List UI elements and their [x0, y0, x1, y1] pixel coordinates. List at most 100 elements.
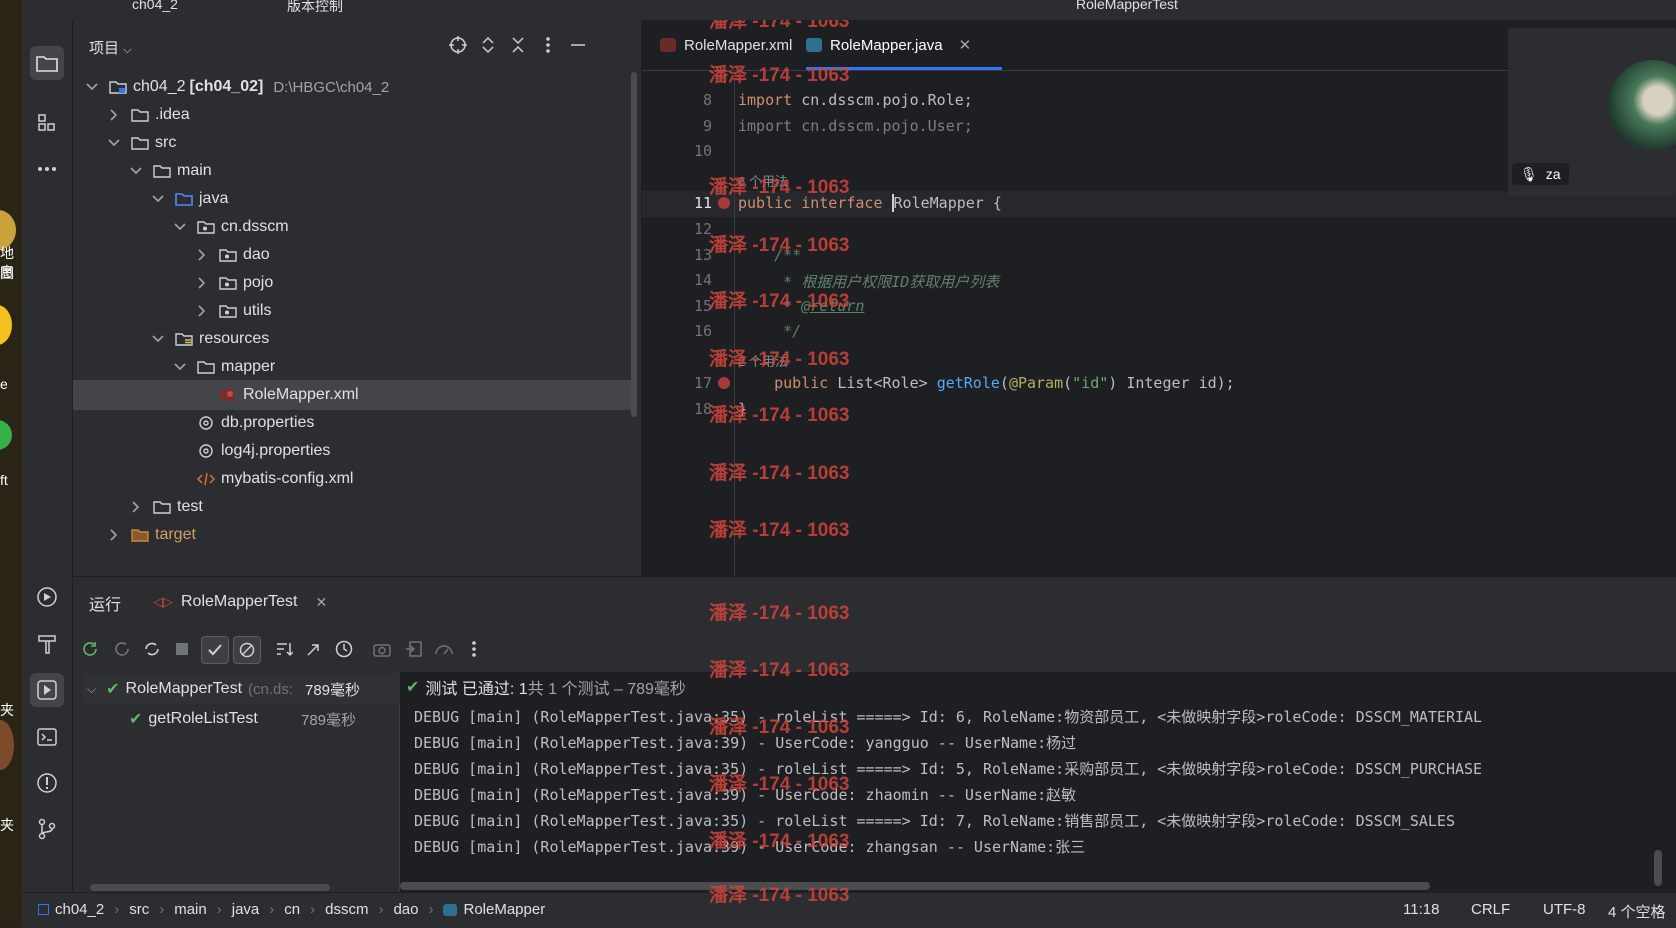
chevron-down-icon[interactable]	[173, 220, 187, 234]
coverage-icon[interactable]	[433, 638, 455, 660]
breadcrumb-label: RoleMapper	[463, 901, 546, 918]
video-call-overlay[interactable]: 🎙 za	[1508, 28, 1676, 196]
stop-icon[interactable]	[171, 638, 193, 660]
breadcrumb-item[interactable]: dao	[393, 901, 418, 918]
breadcrumb-item[interactable]: RoleMapper	[443, 901, 545, 918]
close-icon[interactable]: ✕	[959, 36, 972, 54]
tree-item[interactable]: RoleMapper.xml	[73, 380, 633, 410]
run-tool-button[interactable]	[30, 673, 64, 707]
terminal-tool-button[interactable]	[30, 720, 64, 754]
tree-item[interactable]: utils	[73, 296, 633, 326]
build-tool-button[interactable]	[30, 626, 64, 660]
folder-icon	[131, 107, 149, 123]
tree-item[interactable]: ch04_2 [ch04_02] D:\HBGC\ch04_2	[73, 72, 633, 102]
project-switcher[interactable]: ch04_2	[132, 0, 178, 12]
tree-item[interactable]: test	[73, 492, 633, 522]
tree-item[interactable]: resources	[73, 324, 633, 354]
tab-run-rolemappertest[interactable]: ◁▷ RoleMapperTest ✕	[145, 577, 401, 629]
breadcrumb-item[interactable]: dsscm	[325, 901, 368, 918]
breadcrumb-item[interactable]: cn	[284, 901, 300, 918]
tree-item-label: .idea	[155, 106, 190, 123]
problems-tool-button[interactable]	[30, 766, 64, 800]
chevron-down-icon[interactable]	[85, 80, 99, 94]
tree-item[interactable]: cn.dsscm	[73, 212, 633, 242]
collapse-icon[interactable]	[303, 638, 325, 660]
console-output[interactable]: ✔ 测试 已通过: 1 共 1 个测试 – 789毫秒 DEBUG [main]…	[400, 672, 1676, 892]
structure-tool-button[interactable]	[30, 106, 64, 140]
tree-item[interactable]: mybatis-config.xml	[73, 464, 633, 494]
chevron-right-icon[interactable]	[129, 500, 143, 514]
camera-icon[interactable]	[371, 638, 393, 660]
chevron-down-icon[interactable]	[151, 192, 165, 206]
tree-item-label: target	[155, 526, 196, 543]
line-separator[interactable]: CRLF	[1471, 901, 1510, 918]
show-ignored-icon[interactable]	[233, 636, 261, 664]
more-icon[interactable]	[463, 638, 485, 660]
breadcrumb-item[interactable]: main	[174, 901, 207, 918]
minimize-icon[interactable]	[569, 36, 587, 54]
module-icon	[38, 904, 49, 915]
chevron-right-icon[interactable]	[107, 108, 121, 122]
tree-item[interactable]: db.properties	[73, 408, 633, 438]
tree-item[interactable]: main	[73, 156, 633, 186]
tree-item[interactable]: target	[73, 520, 633, 550]
breadcrumb: ch04_2 › src › main › java › cn › dsscm › dao › RoleMa…	[38, 901, 545, 918]
chevron-right-icon[interactable]	[195, 276, 209, 290]
rerun-failed-icon[interactable]	[111, 638, 133, 660]
breadcrumb-item[interactable]: java	[232, 901, 260, 918]
chevron-right-icon[interactable]	[195, 304, 209, 318]
mybatis-navigate-icon[interactable]	[718, 377, 730, 389]
watermark-text: 潘泽 -174 - 1063	[709, 405, 850, 426]
vcs-widget[interactable]: 版本控制	[287, 0, 343, 16]
check-icon: ✔	[106, 681, 120, 698]
tree-item[interactable]: log4j.properties	[73, 436, 633, 466]
services-tool-button[interactable]	[30, 580, 64, 614]
git-tool-button[interactable]	[30, 812, 64, 846]
breadcrumb-item[interactable]: ch04_2	[38, 901, 104, 918]
module-path: D:\HBGC\ch04_2	[273, 78, 390, 96]
collapse-all-icon[interactable]	[509, 36, 527, 54]
tree-item[interactable]: dao	[73, 240, 633, 270]
tree-item-label: utils	[243, 302, 272, 319]
chevron-right-icon[interactable]	[107, 528, 121, 542]
expand-all-icon[interactable]	[479, 36, 497, 54]
toggle-auto-test-icon[interactable]	[141, 638, 163, 660]
project-tool-button[interactable]	[30, 46, 64, 80]
chevron-right-icon: ›	[269, 901, 275, 918]
import-icon[interactable]	[403, 638, 425, 660]
tree-item[interactable]: .idea	[73, 100, 633, 130]
tree-item-label: java	[199, 190, 229, 207]
breadcrumb-item[interactable]: src	[129, 901, 149, 918]
history-icon[interactable]	[333, 638, 355, 660]
rerun-icon[interactable]	[79, 638, 101, 660]
console-v-scrollbar[interactable]	[1654, 850, 1662, 886]
console-h-scrollbar[interactable]	[400, 882, 1430, 890]
file-encoding[interactable]: UTF-8	[1543, 901, 1586, 918]
project-panel-title[interactable]: 项目 ⌵	[89, 37, 132, 58]
chevron-right-icon[interactable]	[195, 248, 209, 262]
test-method-node[interactable]: ✔ getRoleListTest 789毫秒	[83, 704, 403, 734]
line-number: 16	[693, 322, 712, 340]
folder-icon	[153, 499, 171, 515]
chevron-down-icon[interactable]	[173, 360, 187, 374]
tree-item[interactable]: src	[73, 128, 633, 158]
chevron-down-icon[interactable]	[129, 164, 143, 178]
caret-position[interactable]: 11:18	[1403, 901, 1439, 918]
problems-icon	[37, 773, 57, 793]
sort-icon[interactable]	[273, 638, 295, 660]
locate-icon[interactable]	[449, 36, 467, 54]
project-scrollbar[interactable]	[631, 72, 637, 417]
tree-item[interactable]: mapper	[73, 352, 633, 382]
options-icon[interactable]	[539, 36, 557, 54]
chevron-down-icon[interactable]	[151, 332, 165, 346]
indent-setting[interactable]: 4 个空格	[1608, 901, 1666, 922]
chevron-down-icon[interactable]	[107, 136, 121, 150]
test-class-node[interactable]: ⌵ ✔ RoleMapperTest (cn.ds: 789毫秒	[83, 674, 403, 704]
show-passed-icon[interactable]	[201, 636, 229, 664]
test-tree-scrollbar[interactable]	[90, 884, 330, 891]
tree-item[interactable]: java	[73, 184, 633, 214]
close-icon[interactable]: ✕	[316, 594, 328, 611]
more-tools-button[interactable]	[30, 152, 64, 186]
tree-item[interactable]: pojo	[73, 268, 633, 298]
run-config-selector[interactable]: RoleMapperTest	[1076, 0, 1178, 12]
